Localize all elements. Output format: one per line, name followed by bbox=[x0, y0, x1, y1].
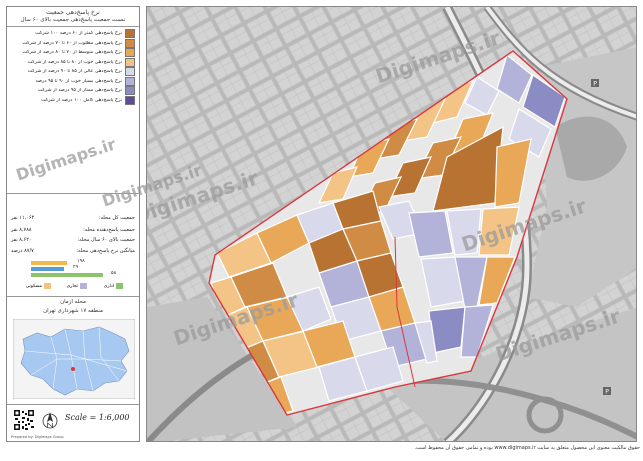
stat-bar bbox=[31, 273, 103, 277]
stat-value: ۸,۶۲۰ نفر bbox=[11, 237, 32, 243]
stat-value: ۸,۷۸۸ نفر bbox=[11, 227, 32, 233]
credit-line: Prepared by: Digimaps Group bbox=[11, 435, 64, 439]
legend-swatch bbox=[125, 57, 135, 67]
legend-item: نرخ پاسخ‌دهی کمتر از ۶۰ درصد ۱۰۰ شرکت bbox=[7, 29, 139, 39]
legend-item: نرخ پاسخ‌دهی خوب از ۸۰ تا ۸۵ درصد از شرک… bbox=[7, 57, 139, 68]
legend-item-label: نرخ پاسخ‌دهی بسیار خوب از ۹۰ تا ۹۵ درصد bbox=[35, 78, 122, 84]
location-marker bbox=[71, 367, 75, 371]
parking-icon: P bbox=[603, 387, 611, 396]
north-arrow-head bbox=[47, 412, 53, 422]
qr-code-finder-inner bbox=[15, 425, 19, 429]
location-title: محله ازمان bbox=[60, 299, 86, 305]
stat-label: میانگین نرخ پاسخ‌دهی محله: bbox=[76, 248, 135, 254]
divider bbox=[7, 296, 139, 297]
stat-label: جمعیت کل محله: bbox=[98, 215, 135, 221]
legend-swatch bbox=[125, 48, 135, 58]
legend-swatch bbox=[125, 95, 135, 105]
legend-subtitle: نسبت جمعیت پاسخ‌دهی جمعیت بالای ۶۰ سال bbox=[7, 17, 139, 27]
stat-row: جمعیت پاسخ‌دهنده محله: ۸,۷۸۸ نفر bbox=[11, 227, 135, 237]
parking-letter: P bbox=[593, 81, 597, 88]
stat-row: جمعیت بالای ۶۰ سال محله: ۸,۶۲۰ نفر bbox=[11, 237, 135, 247]
parking-letter: P bbox=[605, 389, 609, 396]
legend-title: نرخ پاسخ‌دهی جمعیت bbox=[46, 9, 100, 16]
map-area[interactable]: P P Digimaps.ir Digimaps.ir Digimaps.ir … bbox=[146, 6, 637, 442]
stat-value: ۱۱,۰۶۴ نفر bbox=[11, 215, 35, 221]
legend-swatch bbox=[125, 29, 135, 39]
parking-icon: P bbox=[591, 79, 599, 88]
legend-swatch bbox=[125, 67, 135, 77]
stat-label: جمعیت پاسخ‌دهنده محله: bbox=[83, 227, 135, 233]
bar-value: ۵۸ bbox=[111, 271, 117, 276]
legend-item: نرخ پاسخ‌دهی مطلوب از ۶۰ تا ۷۰ درصد از ش… bbox=[7, 38, 139, 49]
legend-item-label: نرخ پاسخ‌دهی مطلوب از ۶۰ تا ۷۰ درصد از ش… bbox=[22, 40, 122, 46]
divider bbox=[7, 404, 139, 405]
legend-swatch bbox=[125, 86, 135, 96]
qr-code-finder-inner bbox=[29, 411, 33, 415]
legend-item: نرخ پاسخ‌دهی بسیار خوب از ۹۰ تا ۹۵ درصد bbox=[7, 76, 139, 87]
category-swatch bbox=[80, 283, 87, 289]
copyright-footer: حقوق مالکیت معنوی این محصول متعلق به سای… bbox=[414, 445, 640, 451]
legend-item-label: نرخ پاسخ‌دهی ممتاز از ۹۵ درصد از شرکت bbox=[37, 88, 122, 94]
stat-row: جمعیت کل محله: ۱۱,۰۶۴ نفر bbox=[11, 215, 135, 225]
inset-map bbox=[13, 319, 135, 399]
stat-bar bbox=[31, 261, 67, 265]
category-label: اداری bbox=[103, 283, 114, 289]
legend-item-label: نرخ پاسخ‌دهی خوب از ۸۰ تا ۸۵ درصد از شرک… bbox=[27, 59, 122, 65]
stat-label: جمعیت بالای ۶۰ سال محله: bbox=[77, 237, 136, 243]
stat-row: میانگین نرخ پاسخ‌دهی محله: ۸۷/۷ درصد bbox=[11, 248, 135, 258]
bar-value: ۲۹ bbox=[73, 265, 79, 270]
legend-swatch bbox=[125, 38, 135, 48]
north-arrow-icon bbox=[42, 412, 58, 429]
category-label: مسکونی bbox=[25, 283, 42, 289]
stat-value: ۸۷/۷ درصد bbox=[11, 248, 34, 254]
legend-item: نرخ پاسخ‌دهی عالی از ۸۵ تا ۹۰ درصد از شر… bbox=[7, 67, 139, 77]
legend-list: نرخ پاسخ‌دهی کمتر از ۶۰ درصد ۱۰۰ شرکت نر… bbox=[7, 27, 139, 105]
legend-item-label: نرخ پاسخ‌دهی کامل ۱۰۰ درصد از شرکت bbox=[41, 97, 122, 103]
category-swatch bbox=[44, 283, 51, 289]
legend-item: نرخ پاسخ‌دهی متوسط از ۷۰ تا ۸۰ درصد از ش… bbox=[7, 48, 139, 58]
stat-bar bbox=[31, 267, 64, 271]
category-item: تجاری bbox=[57, 281, 87, 291]
qr-code bbox=[13, 409, 35, 431]
qr-code-finder-inner bbox=[15, 411, 19, 415]
location-subtitle: منطقه ۱۷ شهرداری تهران bbox=[43, 308, 103, 314]
map-scale: Scale = 1:6,000 bbox=[65, 413, 130, 422]
category-item: مسکونی bbox=[21, 281, 51, 291]
legend-item-label: نرخ پاسخ‌دهی عالی از ۸۵ تا ۹۰ درصد از شر… bbox=[27, 69, 122, 75]
legend-item-label: نرخ پاسخ‌دهی متوسط از ۷۰ تا ۸۰ درصد از ش… bbox=[22, 50, 122, 56]
legend-item: نرخ پاسخ‌دهی ممتاز از ۹۵ درصد از شرکت bbox=[7, 86, 139, 96]
north-arrow-letter bbox=[47, 422, 53, 428]
legend-panel: نرخ پاسخ‌دهی جمعیت نسبت جمعیت پاسخ‌دهی ج… bbox=[6, 6, 140, 442]
category-item: اداری bbox=[93, 281, 123, 291]
category-swatch bbox=[116, 283, 123, 289]
legend-item: نرخ پاسخ‌دهی کامل ۱۰۰ درصد از شرکت bbox=[7, 95, 139, 106]
legend-item-label: نرخ پاسخ‌دهی کمتر از ۶۰ درصد ۱۰۰ شرکت bbox=[35, 31, 122, 37]
category-label: تجاری bbox=[66, 283, 78, 289]
bar-value: ۱۹۸ bbox=[77, 259, 85, 264]
legend-swatch bbox=[125, 76, 135, 86]
